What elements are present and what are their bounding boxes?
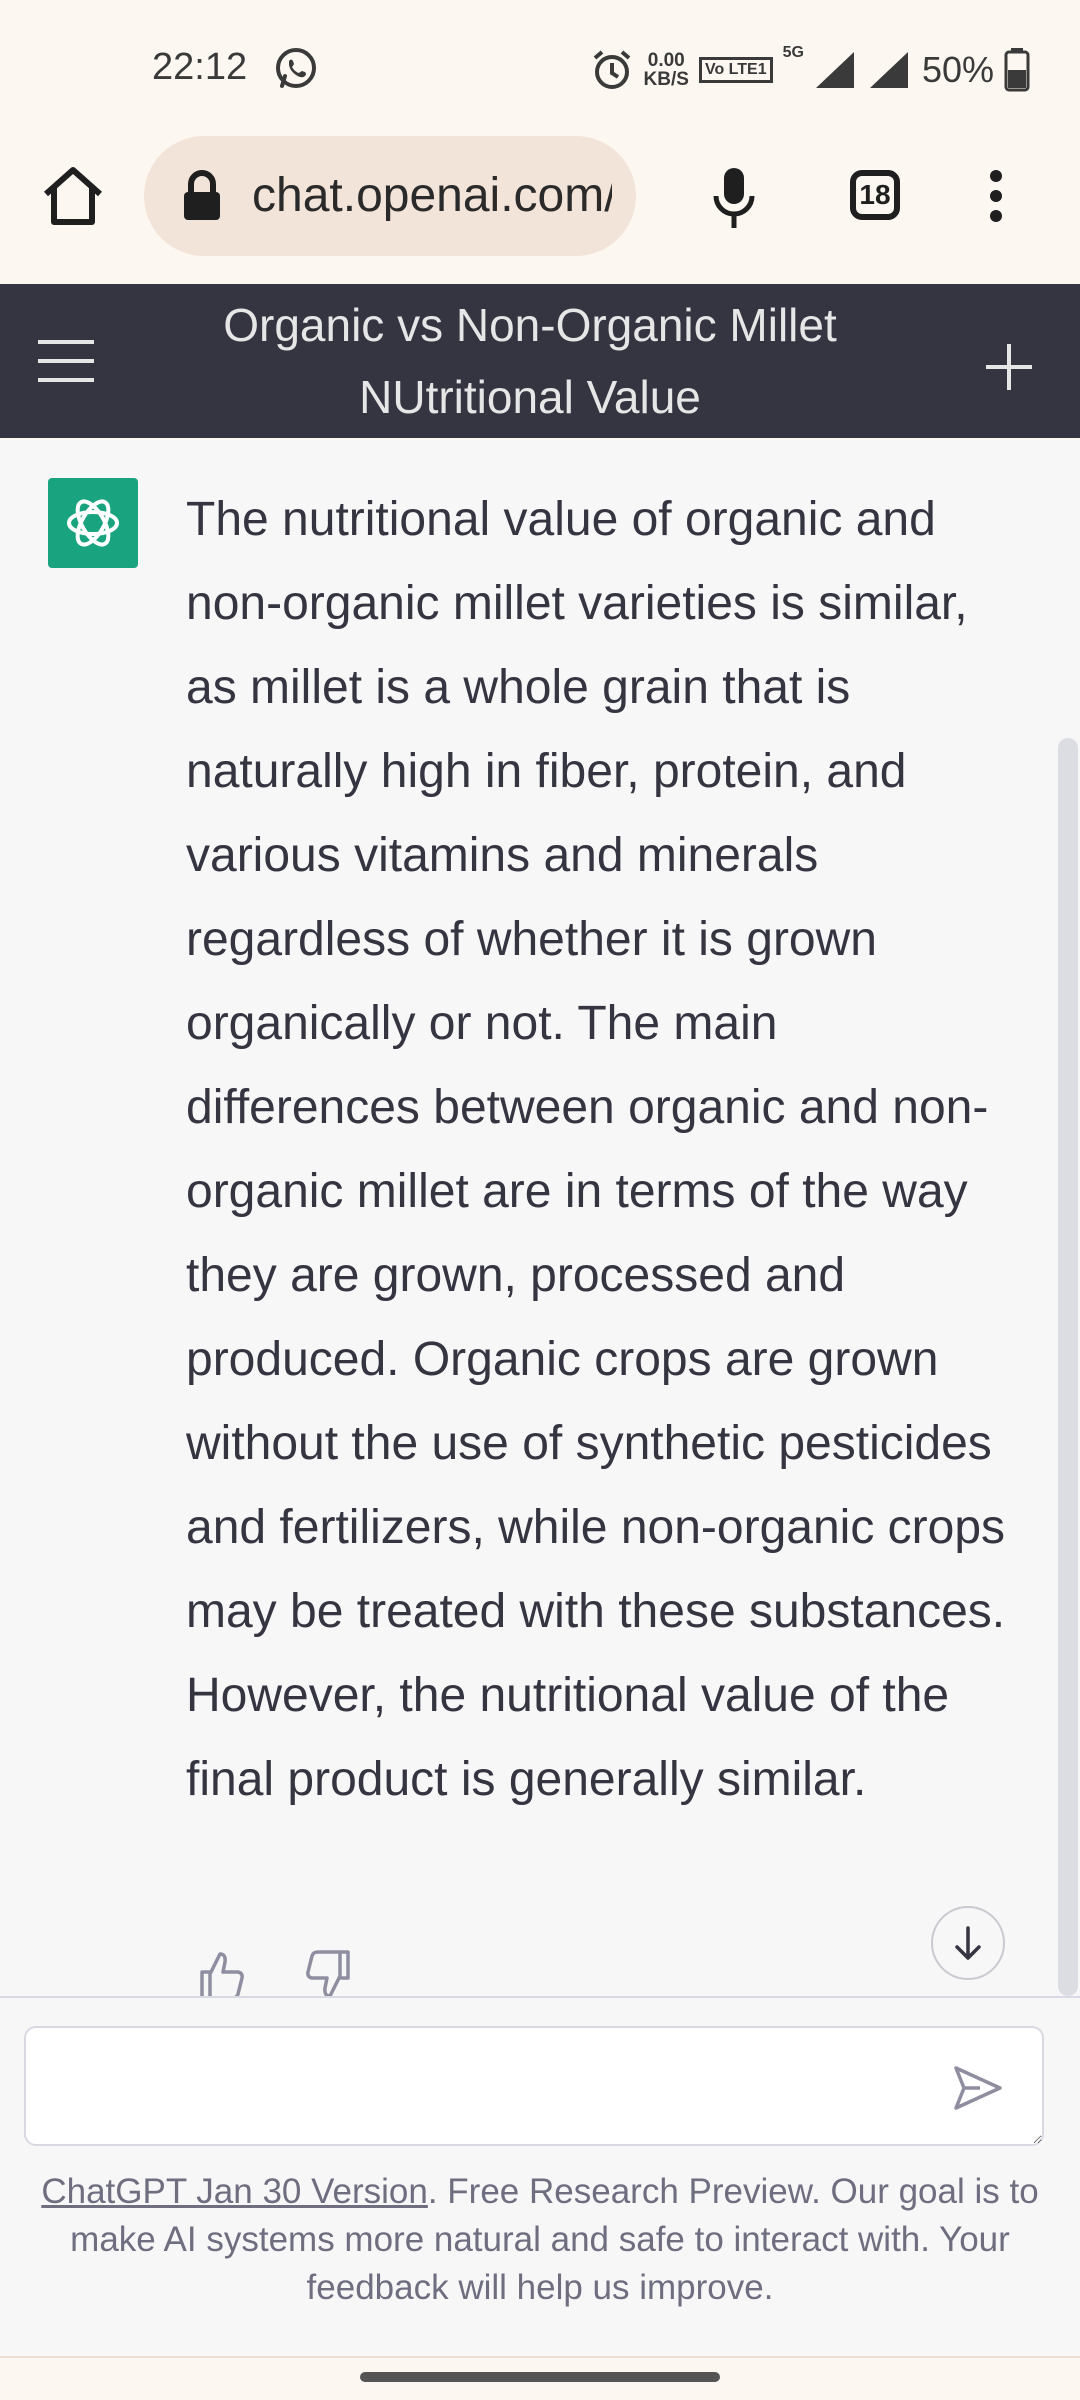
scroll-down-button[interactable]	[931, 1906, 1005, 1980]
signal-icon	[815, 52, 854, 88]
footer-disclaimer: ChatGPT Jan 30 Version. Free Research Pr…	[34, 2168, 1046, 2312]
url-text[interactable]: chat.openai.com/	[252, 168, 612, 224]
chat-content: The nutritional value of organic and non…	[0, 440, 1056, 1996]
message-input[interactable]	[24, 2026, 1044, 2146]
thumbs-down-icon[interactable]	[304, 1950, 354, 1996]
battery-icon	[1004, 48, 1030, 92]
microphone-icon[interactable]	[712, 166, 756, 230]
scrollbar-thumb[interactable]	[1058, 738, 1078, 1996]
chat-title: Organic vs Non-Organic Millet NUtritiona…	[223, 299, 837, 423]
network-type: 5G	[782, 44, 804, 61]
new-chat-icon[interactable]	[984, 342, 1034, 392]
status-time: 22:12	[152, 46, 248, 88]
gesture-handle[interactable]	[360, 2372, 720, 2382]
alarm-icon	[593, 50, 630, 89]
battery-percent: 50%	[921, 49, 994, 90]
tabs-button[interactable]: 18	[850, 170, 900, 220]
net-speed-unit: KB/S	[643, 69, 689, 90]
arrow-down-icon	[955, 1926, 981, 1960]
whatsapp-icon	[276, 48, 316, 88]
menu-icon[interactable]	[36, 338, 96, 384]
navigation-bar	[0, 2356, 1080, 2400]
openai-logo-icon	[67, 499, 119, 547]
version-link[interactable]: ChatGPT Jan 30 Version	[41, 2172, 428, 2211]
send-icon[interactable]	[950, 2060, 1006, 2116]
signal-icon-2	[869, 52, 908, 88]
assistant-avatar	[48, 478, 138, 568]
network-speed: 0.00 KB/S	[644, 51, 689, 89]
input-area: ChatGPT Jan 30 Version. Free Research Pr…	[0, 1996, 1080, 2356]
assistant-message: The nutritional value of organic and non…	[186, 493, 1006, 1806]
more-vert-icon[interactable]	[982, 168, 1010, 224]
net-speed-value: 0.00	[647, 50, 685, 71]
home-icon[interactable]	[40, 166, 106, 226]
thumbs-up-icon[interactable]	[196, 1950, 246, 1996]
volte-badge: Vo LTE1	[698, 57, 773, 83]
chat-header: Organic vs Non-Organic Millet NUtritiona…	[0, 284, 1080, 438]
lock-icon[interactable]	[180, 170, 224, 222]
status-icons: 0.00 KB/S Vo LTE1 5G 50%	[590, 40, 1030, 100]
status-bar: 22:12 0.00 KB/S Vo LTE1 5G 50%	[0, 0, 1080, 140]
